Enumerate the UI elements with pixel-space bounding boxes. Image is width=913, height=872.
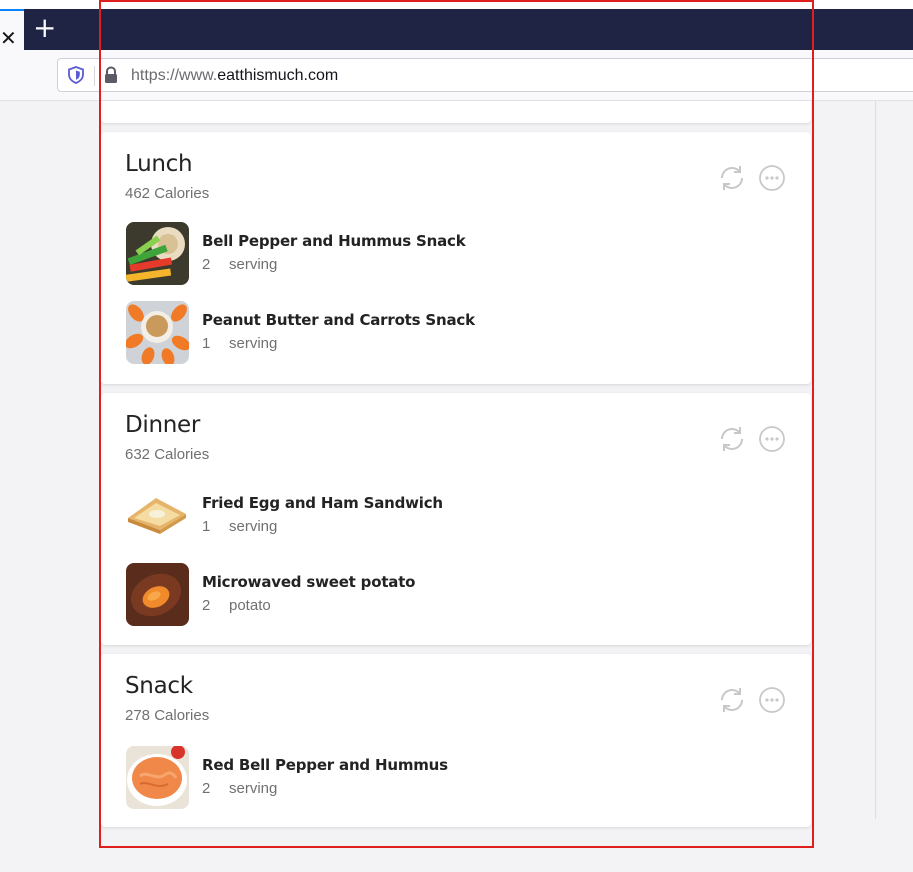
food-name[interactable]: Peanut Butter and Carrots Snack <box>202 311 475 329</box>
food-name[interactable]: Bell Pepper and Hummus Snack <box>202 232 466 250</box>
food-item[interactable]: Red Bell Pepper and Hummus 2 serving <box>126 746 766 810</box>
food-name[interactable]: Red Bell Pepper and Hummus <box>202 756 448 774</box>
url-text[interactable]: https://www.eatthismuch.com <box>131 66 338 86</box>
more-options-icon[interactable] <box>758 425 786 453</box>
peanut-butter-carrots-image[interactable] <box>126 301 189 364</box>
active-tab[interactable]: ✕ <box>0 9 24 50</box>
fried-egg-ham-sandwich-image[interactable] <box>126 484 189 547</box>
more-options-icon[interactable] <box>758 686 786 714</box>
regenerate-icon[interactable] <box>716 162 748 194</box>
sweet-potato-image[interactable] <box>126 563 189 626</box>
address-bar-separator <box>94 66 95 86</box>
sidebar-divider <box>875 101 876 819</box>
plus-icon[interactable]: + <box>33 13 56 43</box>
food-item[interactable]: Microwaved sweet potato 2 potato <box>126 563 766 627</box>
food-quantity: 1 <box>202 335 211 352</box>
page-content: Lunch 462 Calories Bell Pepper and Hummu… <box>0 101 913 872</box>
meal-title: Dinner <box>125 412 201 438</box>
food-quantity: 2 <box>202 780 211 797</box>
meal-card-snack: Snack 278 Calories Red Bell Pepper and H <box>101 654 811 827</box>
food-unit: serving <box>229 518 278 535</box>
food-unit: serving <box>229 335 278 352</box>
food-unit: serving <box>229 780 278 797</box>
lock-icon[interactable] <box>103 66 119 84</box>
regenerate-icon[interactable] <box>716 684 748 716</box>
meal-card-lunch: Lunch 462 Calories Bell Pepper and Hummu… <box>101 132 811 384</box>
meal-title: Lunch <box>125 151 193 177</box>
close-icon[interactable]: ✕ <box>0 29 17 49</box>
food-unit: potato <box>229 597 271 614</box>
tracking-shield-icon[interactable] <box>67 66 85 84</box>
food-item[interactable]: Peanut Butter and Carrots Snack 1 servin… <box>126 301 766 365</box>
url-domain: eatthismuch.com <box>217 67 339 84</box>
navigation-bar: https://www.eatthismuch.com <box>0 50 913 101</box>
url-prefix: https://www. <box>131 67 218 84</box>
meal-calories: 462 Calories <box>125 185 210 202</box>
red-pepper-hummus-image[interactable] <box>126 746 189 809</box>
meal-card-dinner: Dinner 632 Calories Fried Egg and Ham Sa <box>101 393 811 645</box>
meal-calories: 278 Calories <box>125 707 210 724</box>
more-options-icon[interactable] <box>758 164 786 192</box>
meal-card-previous <box>101 101 811 123</box>
meal-title: Snack <box>125 673 193 699</box>
bell-pepper-hummus-image[interactable] <box>126 222 189 285</box>
food-quantity: 2 <box>202 256 211 273</box>
food-quantity: 1 <box>202 518 211 535</box>
meal-calories: 632 Calories <box>125 446 210 463</box>
food-name[interactable]: Microwaved sweet potato <box>202 573 415 591</box>
tab-strip-background <box>24 9 913 50</box>
food-item[interactable]: Bell Pepper and Hummus Snack 2 serving <box>126 222 766 286</box>
tab-strip: ✕ + <box>0 0 913 50</box>
regenerate-icon[interactable] <box>716 423 748 455</box>
food-unit: serving <box>229 256 278 273</box>
food-item[interactable]: Fried Egg and Ham Sandwich 1 serving <box>126 484 766 548</box>
address-bar[interactable]: https://www.eatthismuch.com <box>57 58 913 92</box>
food-quantity: 2 <box>202 597 211 614</box>
food-name[interactable]: Fried Egg and Ham Sandwich <box>202 494 443 512</box>
